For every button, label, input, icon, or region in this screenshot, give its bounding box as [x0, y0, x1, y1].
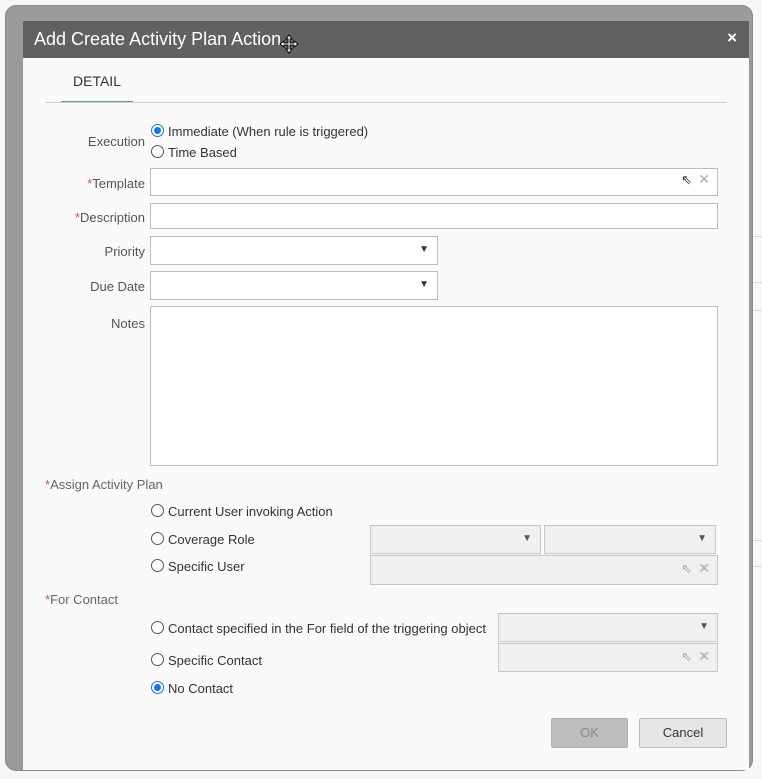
coverage-role-select-2[interactable]: ▼ [544, 525, 716, 554]
chevron-down-icon: ▼ [697, 533, 707, 544]
radio-no-contact[interactable] [151, 681, 164, 694]
description-label: *Description [74, 210, 145, 225]
tab-detail[interactable]: DETAIL [61, 73, 133, 103]
notes-label: Notes [111, 316, 145, 331]
radio-no-contact-label[interactable]: No Contact [168, 681, 233, 696]
tab-detail-label: DETAIL [73, 73, 121, 89]
radio-contact-for-field[interactable] [151, 621, 164, 634]
add-activity-plan-dialog: Add Create Activity Plan Action × DETAIL… [23, 21, 749, 770]
clear-icon[interactable]: ✕ [698, 648, 710, 665]
description-input[interactable] [150, 203, 718, 229]
radio-specific-contact[interactable] [151, 653, 164, 666]
radio-contact-for-field-label[interactable]: Contact specified in the For field of th… [168, 621, 486, 636]
radio-immediate-label[interactable]: Immediate (When rule is triggered) [168, 124, 368, 139]
for-contact-label: *For Contact [45, 592, 118, 607]
cancel-button[interactable]: Cancel [639, 718, 727, 748]
dialog-title: Add Create Activity Plan Action [34, 29, 282, 49]
due-date-label: Due Date [90, 279, 145, 294]
template-input[interactable]: ⇖ ✕ [150, 168, 718, 196]
clear-icon[interactable]: ✕ [698, 171, 710, 188]
background-line [752, 310, 762, 311]
background-line [752, 540, 762, 541]
radio-current-user-label[interactable]: Current User invoking Action [168, 504, 333, 519]
chevron-down-icon: ▼ [699, 621, 709, 632]
background-line [752, 282, 762, 283]
close-icon[interactable]: × [727, 28, 737, 48]
due-date-select[interactable]: ▼ [150, 271, 438, 300]
move-cursor-icon [279, 34, 299, 54]
dialog-titlebar[interactable]: Add Create Activity Plan Action × [23, 21, 749, 58]
specific-contact-input[interactable]: ⇖ ✕ [498, 643, 718, 672]
ok-button[interactable]: OK [551, 718, 628, 748]
radio-time-based-label[interactable]: Time Based [168, 145, 237, 160]
radio-coverage-role-label[interactable]: Coverage Role [168, 532, 255, 547]
chevron-down-icon: ▼ [522, 533, 532, 544]
lookup-icon[interactable]: ⇖ [681, 172, 692, 188]
tab-divider [45, 102, 727, 103]
contact-field-select[interactable]: ▼ [498, 613, 718, 642]
execution-label: Execution [87, 134, 145, 149]
assign-activity-plan-label: *Assign Activity Plan [45, 477, 163, 492]
radio-specific-user-label[interactable]: Specific User [168, 559, 245, 574]
radio-coverage-role[interactable] [151, 532, 164, 545]
radio-immediate[interactable] [151, 124, 164, 137]
lookup-icon[interactable]: ⇖ [681, 649, 692, 665]
background-line [752, 566, 762, 567]
dialog-frame: Add Create Activity Plan Action × DETAIL… [6, 6, 752, 770]
clear-icon[interactable]: ✕ [698, 560, 710, 577]
radio-specific-user[interactable] [151, 559, 164, 572]
lookup-icon[interactable]: ⇖ [681, 561, 692, 577]
template-label: *Template [87, 176, 145, 191]
radio-specific-contact-label[interactable]: Specific Contact [168, 653, 262, 668]
specific-user-input[interactable]: ⇖ ✕ [370, 555, 718, 585]
radio-time-based[interactable] [151, 145, 164, 158]
priority-select[interactable]: ▼ [150, 236, 438, 265]
coverage-role-select-1[interactable]: ▼ [370, 525, 541, 554]
background-line [752, 236, 762, 237]
radio-current-user[interactable] [151, 504, 164, 517]
priority-label: Priority [104, 244, 145, 259]
chevron-down-icon: ▼ [419, 244, 429, 255]
chevron-down-icon: ▼ [419, 279, 429, 290]
notes-textarea[interactable] [150, 306, 718, 466]
